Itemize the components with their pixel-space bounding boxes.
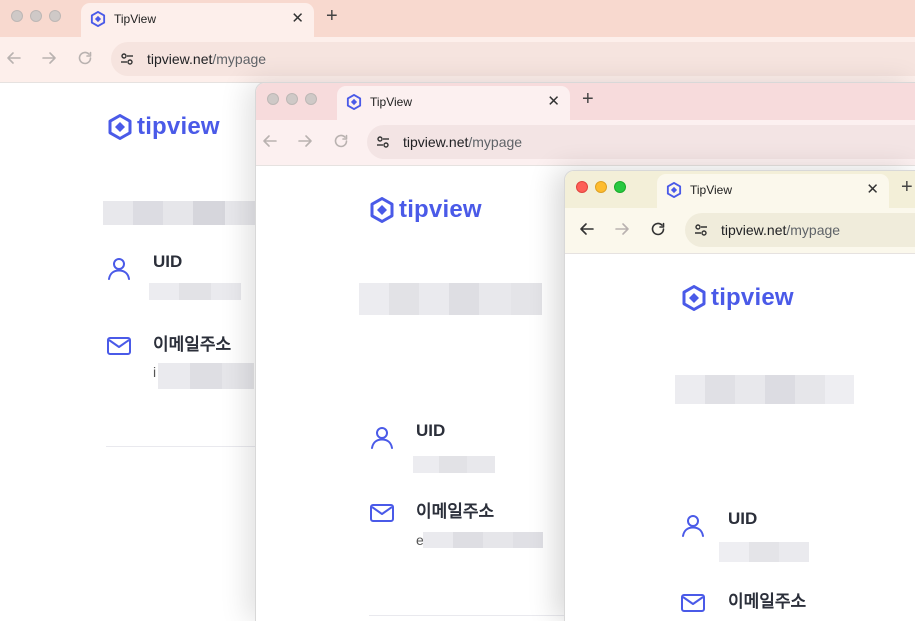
tab-title: TipView [690, 183, 733, 197]
browser-window-front: TipView ✕ + tipview.net/mypage tipview U… [564, 170, 915, 621]
forward-arrow-icon[interactable] [294, 130, 316, 152]
close-window-button[interactable] [267, 93, 279, 105]
zoom-window-button[interactable] [49, 10, 61, 22]
toolbar: tipview.net/mypage [256, 120, 915, 166]
blurred-uid [149, 283, 241, 300]
blurred-username [675, 375, 854, 404]
reload-icon[interactable] [330, 130, 352, 152]
new-tab-button[interactable]: + [582, 88, 594, 110]
tipview-logo-icon [682, 285, 706, 311]
uid-label: UID [153, 252, 183, 271]
window-controls [267, 93, 327, 106]
uid-label: UID [416, 421, 446, 440]
user-icon [682, 515, 704, 537]
reload-icon[interactable] [647, 218, 669, 240]
email-label: 이메일주소 [416, 502, 495, 521]
blurred-uid [413, 456, 495, 473]
browser-tab[interactable]: TipView ✕ [657, 174, 889, 208]
address-bar[interactable]: tipview.net/mypage [685, 213, 915, 247]
blurred-username [103, 201, 256, 225]
url-text: tipview.net/mypage [147, 51, 267, 67]
back-arrow-icon[interactable] [576, 218, 598, 240]
tipview-logo[interactable]: tipview [370, 196, 482, 224]
tab-title: TipView [370, 95, 413, 109]
forward-arrow-icon[interactable] [38, 47, 60, 69]
tab-bar: TipView ✕ + [0, 0, 915, 37]
user-icon [108, 258, 130, 280]
tab-bar: TipView ✕ + [256, 83, 915, 120]
browser-tab[interactable]: TipView ✕ [81, 3, 314, 37]
window-controls [11, 10, 71, 23]
back-arrow-icon[interactable] [259, 130, 281, 152]
zoom-window-button[interactable] [305, 93, 317, 105]
logo-text: tipview [399, 196, 482, 223]
close-tab-icon[interactable]: ✕ [291, 9, 304, 29]
tipview-favicon-icon [666, 182, 682, 198]
new-tab-button[interactable]: + [901, 176, 913, 198]
page-content: tipview UID 이메일주소 h [565, 254, 915, 621]
tipview-logo[interactable]: tipview [682, 284, 794, 312]
address-bar[interactable]: tipview.net/mypage [367, 125, 915, 159]
tipview-favicon-icon [90, 11, 106, 27]
window-controls [576, 181, 636, 194]
uid-label: UID [728, 509, 758, 528]
site-settings-icon[interactable] [375, 134, 391, 150]
blurred-email [158, 363, 254, 389]
toolbar: tipview.net/mypage [565, 208, 915, 254]
reload-icon[interactable] [74, 47, 96, 69]
tipview-logo[interactable]: tipview [108, 113, 220, 141]
email-label: 이메일주소 [153, 335, 232, 354]
url-text: tipview.net/mypage [721, 222, 841, 238]
tab-title: TipView [114, 12, 157, 26]
blurred-email [423, 532, 543, 548]
tipview-logo-icon [108, 114, 132, 140]
site-settings-icon[interactable] [119, 51, 135, 67]
minimize-window-button[interactable] [286, 93, 298, 105]
email-prefix: i [153, 364, 157, 380]
divider [106, 446, 266, 447]
user-icon [371, 427, 393, 449]
back-arrow-icon[interactable] [3, 47, 25, 69]
url-text: tipview.net/mypage [403, 134, 523, 150]
site-settings-icon[interactable] [693, 222, 709, 238]
logo-text: tipview [137, 113, 220, 140]
tab-bar: TipView ✕ + [565, 171, 915, 208]
blurred-uid [719, 542, 809, 562]
forward-arrow-icon[interactable] [611, 218, 633, 240]
close-tab-icon[interactable]: ✕ [547, 92, 560, 112]
close-window-button[interactable] [11, 10, 23, 22]
toolbar: tipview.net/mypage [0, 37, 915, 83]
mail-icon [107, 337, 131, 355]
mail-icon [681, 594, 705, 612]
address-bar[interactable]: tipview.net/mypage [111, 42, 915, 76]
close-window-button[interactable] [576, 181, 588, 193]
mail-icon [370, 504, 394, 522]
blurred-username [359, 283, 542, 315]
divider [369, 615, 579, 616]
close-tab-icon[interactable]: ✕ [866, 180, 879, 200]
browser-tab[interactable]: TipView ✕ [337, 86, 570, 120]
logo-text: tipview [711, 284, 794, 311]
email-label: 이메일주소 [728, 592, 807, 611]
minimize-window-button[interactable] [30, 10, 42, 22]
tipview-logo-icon [370, 197, 394, 223]
tipview-favicon-icon [346, 94, 362, 110]
minimize-window-button[interactable] [595, 181, 607, 193]
zoom-window-button[interactable] [614, 181, 626, 193]
new-tab-button[interactable]: + [326, 5, 338, 27]
